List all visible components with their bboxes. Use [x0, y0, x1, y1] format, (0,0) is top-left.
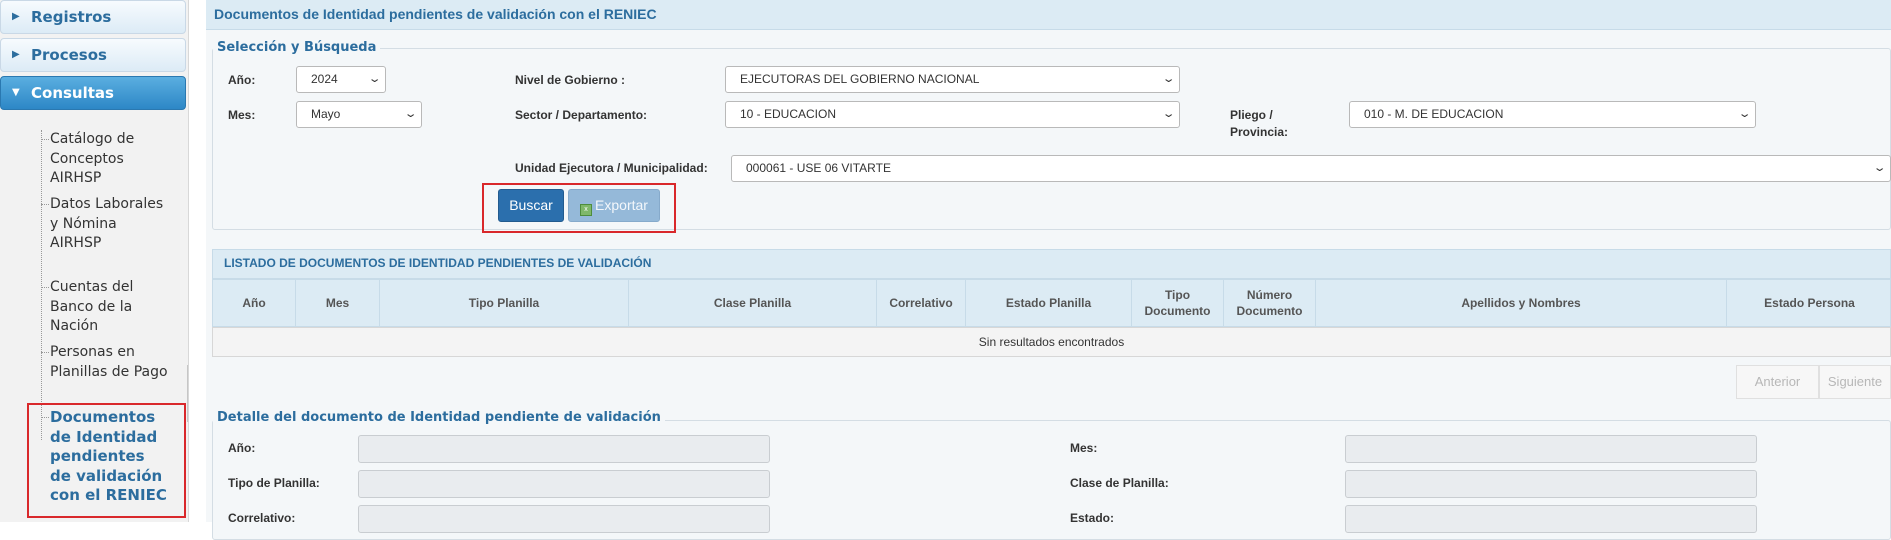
detail-mes-field: [1345, 435, 1757, 463]
sidebar-item-personas-planillas[interactable]: Personas en Planillas de Pago: [41, 343, 170, 382]
sidebar-section-label: Registros: [31, 8, 112, 26]
column-header: Estado Persona: [1764, 296, 1855, 310]
column-header: Mes: [296, 280, 380, 326]
chevron-down-icon: ⌄: [1161, 73, 1176, 85]
tree-connector: [41, 130, 43, 440]
detail-correlativo-label: Correlativo:: [228, 511, 296, 525]
main-content: Documentos de Identidad pendientes de va…: [206, 0, 1891, 540]
detail-anio-field: [358, 435, 770, 463]
sidebar-section-consultas[interactable]: ▼ Consultas: [0, 76, 186, 110]
column-header: Tipo Documento: [1132, 280, 1224, 326]
page-title: Documentos de Identidad pendientes de va…: [206, 0, 1891, 30]
detail-clase-planilla-field: [1345, 470, 1757, 498]
detail-clase-planilla-label: Clase de Planilla:: [1070, 476, 1169, 490]
unidad-value: 000061 - USE 06 VITARTE: [746, 161, 891, 175]
chevron-down-icon: ⌄: [1872, 162, 1887, 174]
highlight-box: [482, 183, 676, 233]
pliego-label-line2: Provincia:: [1230, 125, 1289, 139]
detail-mes-label: Mes:: [1070, 441, 1098, 455]
sector-value: 10 - EDUCACION: [740, 107, 837, 121]
column-header: Estado Planilla: [966, 280, 1132, 326]
pliego-label: Pliego / Provincia:: [1230, 107, 1288, 141]
unidad-label: Unidad Ejecutora / Municipalidad:: [515, 161, 708, 175]
detail-tipo-planilla-label: Tipo de Planilla:: [228, 476, 320, 490]
mes-value: Mayo: [311, 107, 341, 121]
sector-select[interactable]: 10 - EDUCACION ⌄: [725, 101, 1180, 128]
previous-page-button[interactable]: Anterior: [1736, 365, 1819, 399]
table-title: LISTADO DE DOCUMENTOS DE IDENTIDAD PENDI…: [212, 249, 1891, 279]
sidebar-item-label: Cuentas del Banco de la Nación: [50, 279, 134, 334]
sector-label: Sector / Departamento:: [515, 108, 648, 122]
sidebar-item-datos-laborales[interactable]: Datos Laborales y Nómina AIRHSP: [41, 195, 170, 254]
column-header: Correlativo: [877, 280, 966, 326]
chevron-down-icon: ⌄: [1737, 108, 1752, 120]
unidad-select[interactable]: 000061 - USE 06 VITARTE ⌄: [731, 155, 1891, 182]
sidebar-scrollbar[interactable]: [187, 365, 188, 422]
chevron-down-icon: ⌄: [403, 108, 418, 120]
sidebar-section-label: Consultas: [31, 84, 114, 102]
highlight-box: [27, 403, 186, 518]
mes-label: Mes:: [228, 108, 256, 122]
detail-anio-label: Año:: [228, 441, 256, 455]
nivel-gobierno-select[interactable]: EJECUTORAS DEL GOBIERNO NACIONAL ⌄: [725, 66, 1180, 93]
sidebar-section-label: Procesos: [31, 46, 107, 64]
anio-label: Año:: [228, 73, 256, 87]
next-page-button[interactable]: Siguiente: [1819, 365, 1891, 399]
pliego-select[interactable]: 010 - M. DE EDUCACION ⌄: [1349, 101, 1756, 128]
chevron-down-icon: ⌄: [367, 73, 382, 85]
sidebar-item-cuentas-banco[interactable]: Cuentas del Banco de la Nación: [41, 278, 170, 337]
pliego-value: 010 - M. DE EDUCACION: [1364, 107, 1504, 121]
pliego-label-line1: Pliego /: [1230, 108, 1273, 122]
sidebar-item-catalogo-conceptos[interactable]: Catálogo de Conceptos AIRHSP: [41, 130, 170, 189]
column-header: Número Documento: [1224, 280, 1316, 326]
sidebar-section-procesos[interactable]: ▶ Procesos: [0, 38, 186, 72]
detail-legend: Detalle del documento de Identidad pendi…: [213, 410, 665, 425]
column-header: Apellidos y Nombres: [1316, 280, 1727, 326]
detail-correlativo-field: [358, 505, 770, 533]
caret-right-icon: ▶: [12, 11, 20, 22]
column-header: Tipo Planilla: [380, 280, 629, 326]
table-header: Año Mes Tipo Planilla Clase Planilla Cor…: [212, 279, 1891, 327]
anio-value: 2024: [311, 72, 338, 86]
detail-estado-label: Estado:: [1070, 511, 1115, 525]
search-legend: Selección y Búsqueda: [213, 40, 381, 55]
chevron-down-icon: ⌄: [1161, 108, 1176, 120]
column-header: Año: [213, 280, 296, 326]
sidebar-item-label: Datos Laborales y Nómina AIRHSP: [50, 196, 164, 251]
sidebar-item-label: Catálogo de Conceptos AIRHSP: [50, 131, 135, 186]
detail-tipo-planilla-field: [358, 470, 770, 498]
anio-select[interactable]: 2024 ⌄: [296, 66, 386, 93]
nivel-gobierno-value: EJECUTORAS DEL GOBIERNO NACIONAL: [740, 72, 980, 86]
caret-down-icon: ▼: [12, 87, 20, 98]
caret-right-icon: ▶: [12, 49, 20, 60]
column-header: Clase Planilla: [629, 280, 877, 326]
table-empty-message: Sin resultados encontrados: [212, 327, 1891, 357]
mes-select[interactable]: Mayo ⌄: [296, 101, 422, 128]
sidebar-section-registros[interactable]: ▶ Registros: [0, 0, 186, 34]
sidebar-item-label: Personas en Planillas de Pago: [50, 344, 168, 380]
nivel-gobierno-label: Nivel de Gobierno :: [515, 73, 626, 87]
detail-estado-field: [1345, 505, 1757, 533]
